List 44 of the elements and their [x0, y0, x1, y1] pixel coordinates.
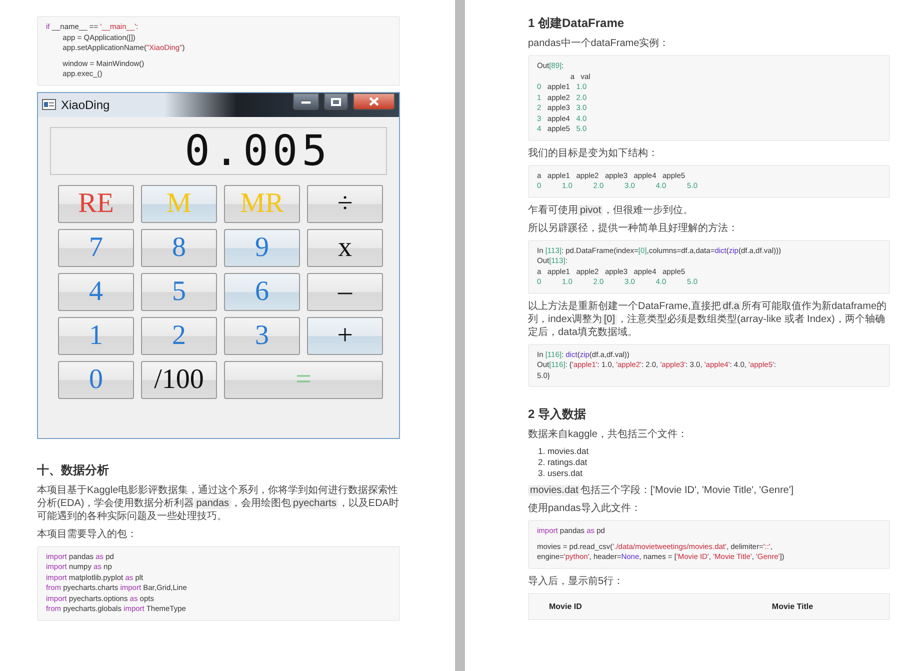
calculator-key[interactable]: 6 — [224, 272, 300, 310]
app-icon — [42, 99, 56, 110]
calculator-key[interactable]: 2 — [141, 316, 217, 354]
paragraph: movies.dat 包括三个字段：['Movie ID', 'Movie Title', 'Genre'] — [528, 484, 795, 497]
paragraph: 本项目基于Kaggle电影影评数据集，通过这个系列，你将学到如何进行数据探索性分析(EDA)，学会使用数据分析利器 pandas ，会用绘图包 pyecharts ，以及EDA时可能遇到的各种实际问题及一些处理技巧。 — [37, 484, 400, 522]
calculator-key[interactable]: 0 — [58, 360, 134, 398]
paragraph: 数据来自kaggle，共包括三个文件： — [528, 428, 688, 441]
minimize-button[interactable] — [293, 93, 319, 110]
maximize-button[interactable] — [324, 93, 348, 110]
minimize-icon — [301, 100, 311, 104]
section-heading: 1 创建DataFrame — [528, 16, 626, 31]
list-item: 2. ratings.dat — [538, 457, 588, 468]
calculator-key[interactable]: 1 — [58, 316, 134, 354]
calculator-display: 0.005 — [50, 126, 387, 174]
section-heading: 十、数据分析 — [37, 462, 110, 478]
close-icon — [369, 97, 379, 106]
paragraph: pandas中一个dataFrame实例： — [528, 37, 670, 50]
column-header: Movie ID — [549, 602, 582, 610]
paragraph: 我们的目标是变为如下结构： — [528, 146, 659, 160]
paragraph: 乍看可使用 pivot ，但很难一步到位。 — [528, 204, 694, 216]
calculator-key[interactable]: 4 — [58, 272, 134, 310]
calculator-key[interactable]: RE — [58, 184, 134, 222]
close-button[interactable] — [353, 93, 395, 110]
paragraph: 本项目需要导入的包： — [37, 528, 138, 540]
calculator-key[interactable]: 5 — [141, 272, 217, 310]
calculator-key[interactable]: ÷ — [307, 184, 383, 222]
paragraph: 导入后，显示前5行： — [528, 574, 625, 588]
calculator-key[interactable]: 9 — [224, 228, 300, 266]
calculator-key[interactable]: – — [307, 272, 383, 310]
calculator-key[interactable]: x — [307, 228, 383, 266]
paragraph: 使用pandas导入此文件： — [528, 502, 642, 515]
calculator-key[interactable]: 7 — [58, 228, 134, 266]
calculator-key[interactable]: 8 — [141, 228, 217, 266]
column-header: Movie Title — [772, 602, 814, 610]
calculator-key[interactable]: /100 — [141, 360, 217, 398]
paragraph: 以上方法是重新创建一个DataFrame,直接把 df.a 所有可能取值作为新dataframe的列，index调整为 [0] ，注意类型必须是数组类型(array-like 或者 Index)，两个轴确定后，data填充数据域。 — [528, 300, 888, 338]
list-item: 3. users.dat — [538, 468, 584, 479]
calculator-key[interactable]: 3 — [224, 316, 300, 354]
window-title: XiaoDing — [61, 98, 111, 112]
calculator-key[interactable]: + — [307, 316, 383, 354]
paragraph: 所以另辟蹊径，提供一种简单且好理解的方法： — [528, 222, 739, 234]
maximize-icon — [331, 98, 341, 106]
list-item: 1. movies.dat — [538, 446, 590, 457]
section-heading: 2 导入数据 — [528, 407, 588, 422]
